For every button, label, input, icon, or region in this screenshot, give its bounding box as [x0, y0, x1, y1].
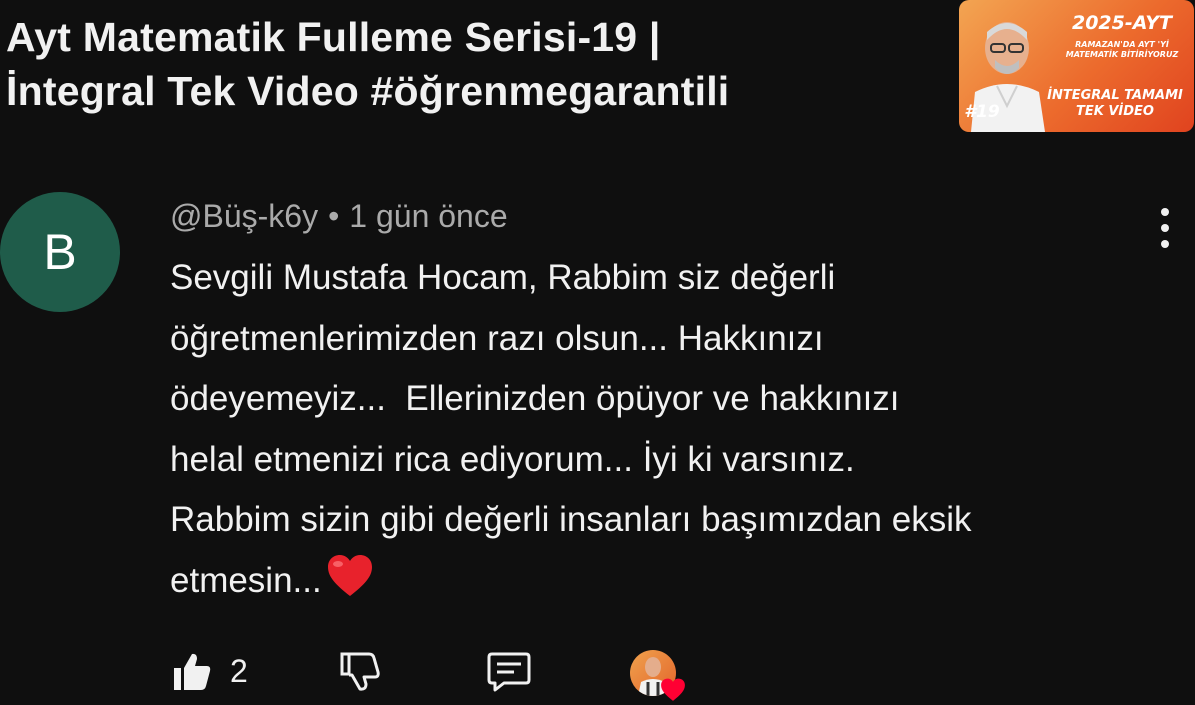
video-thumbnail[interactable]: 2025-AYT RAMAZAN'DA AYT 'Yİ MATEMATİK Bİ…	[959, 0, 1194, 132]
like-button[interactable]: 2	[170, 650, 248, 692]
thumbnail-episode-number: #19	[964, 102, 1000, 122]
creator-heart-icon	[661, 678, 685, 701]
thumbnail-main-text: İNTEGRAL TAMAMI TEK VİDEO	[1039, 88, 1191, 120]
comment-author[interactable]: @Büş-k6y	[170, 198, 318, 234]
red-heart-icon	[327, 554, 372, 596]
comment-line-6: etmesin...	[170, 560, 322, 600]
thumbnail-subtitle: RAMAZAN'DA AYT 'Yİ MATEMATİK BİTİRİYORUZ	[1065, 40, 1179, 59]
reply-button[interactable]	[486, 650, 532, 692]
thumbs-up-icon	[174, 653, 211, 690]
commenter-avatar[interactable]: B	[0, 192, 120, 312]
comment-line-3: ödeyemeyiz... Ellerinizden öpüyor ve hak…	[170, 379, 900, 418]
video-title[interactable]: Ayt Matematik Fulleme Serisi-19 | İntegr…	[6, 10, 926, 118]
thumbs-down-icon	[340, 652, 380, 691]
creator-heart	[630, 650, 685, 701]
comment-reply-icon	[487, 652, 531, 692]
comment-line-6-wrap: etmesin...	[170, 551, 1180, 612]
meta-separator: •	[328, 198, 340, 234]
dislike-button[interactable]	[338, 650, 380, 692]
comment-line-1: Sevgili Mustafa Hocam, Rabbim siz değerl…	[170, 258, 836, 297]
comment-line-2: öğretmenlerimizden razı olsun... Hakkını…	[170, 318, 824, 358]
comment-line-5: Rabbim sizin gibi değerli insanları başı…	[170, 500, 972, 539]
video-title-line-2[interactable]: İntegral Tek Video #öğrenmegarantili	[6, 64, 926, 118]
thumbnail-main-line-2: TEK VİDEO	[1076, 104, 1154, 119]
more-vertical-icon[interactable]	[1150, 208, 1180, 248]
comment-meta: @Büş-k6y • 1 gün önce	[170, 198, 508, 235]
thumbnail-year-badge: 2025-AYT	[1071, 12, 1172, 34]
comment-time[interactable]: 1 gün önce	[349, 198, 507, 234]
thumbnail-main-line-1: İNTEGRAL TAMAMI	[1047, 88, 1183, 103]
like-count: 2	[230, 652, 248, 689]
video-title-line-1[interactable]: Ayt Matematik Fulleme Serisi-19 |	[6, 10, 926, 64]
comment-line-4: helal etmenizi rica ediyorum... İyi ki v…	[170, 439, 855, 479]
comment-text: Sevgili Mustafa Hocam, Rabbim siz değerl…	[170, 248, 1180, 611]
commenter-avatar-letter: B	[43, 224, 77, 280]
